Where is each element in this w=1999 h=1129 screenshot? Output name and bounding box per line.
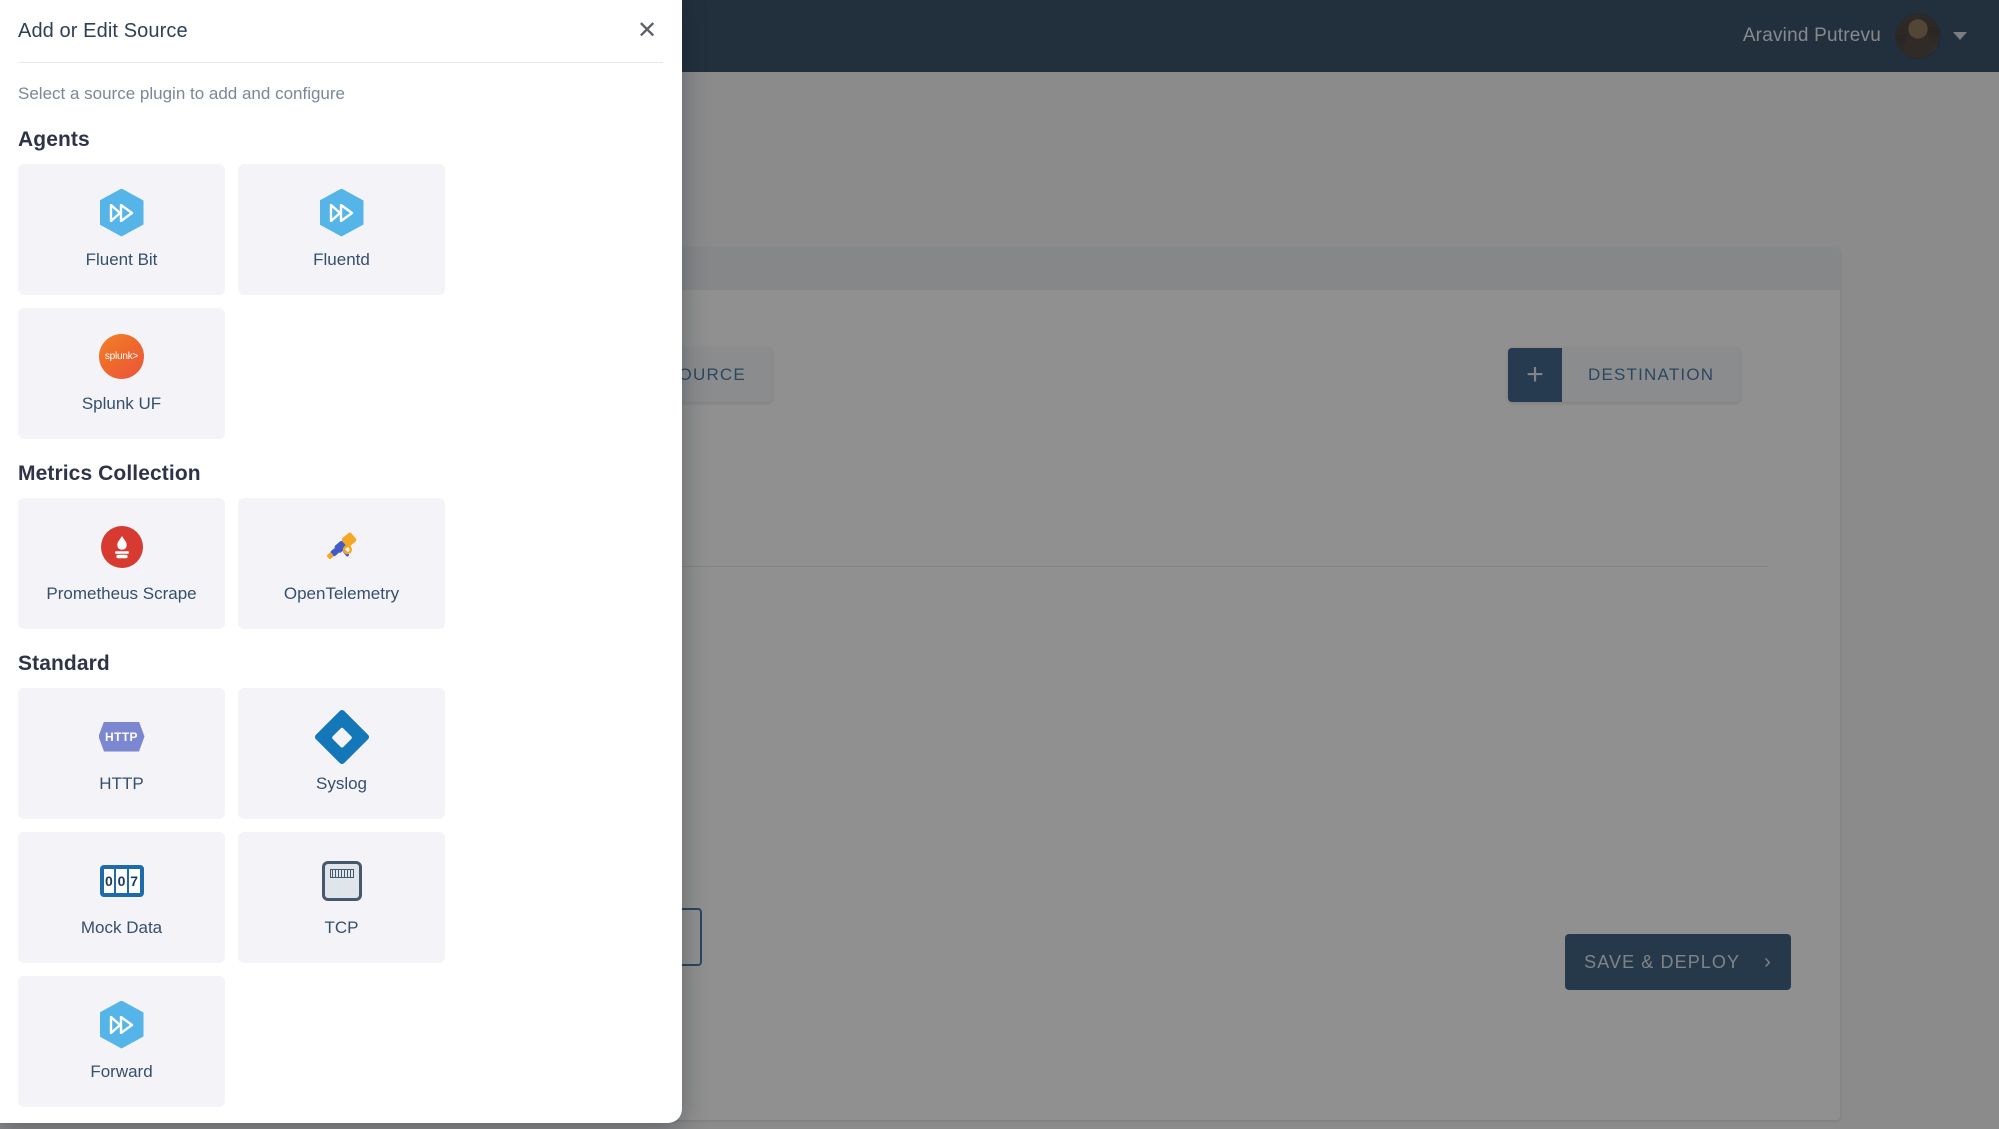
plugin-card-label: Syslog xyxy=(315,773,368,793)
splunk-circle-icon: splunk> xyxy=(99,334,145,380)
prometheus-flame-icon xyxy=(99,524,145,570)
plugin-group-title: Metrics Collection xyxy=(18,462,201,485)
plugin-card-label: Fluentd xyxy=(313,249,370,269)
plugin-card-label: TCP xyxy=(324,917,359,937)
http-badge-icon: HTTP xyxy=(98,714,145,760)
close-icon[interactable]: ✕ xyxy=(632,16,662,46)
ethernet-port-icon xyxy=(319,858,365,904)
plugin-group-list: Agents Fluent Bit Fluentd splunk> Splunk UF M… xyxy=(0,104,682,1123)
plugin-group: Agents Fluent Bit Fluentd splunk> Splunk UF xyxy=(18,128,663,439)
plugin-card-label: Prometheus Scrape xyxy=(46,583,197,603)
plugin-card[interactable]: 0 0 7 Mock Data xyxy=(18,832,225,963)
plugin-grid: Fluent Bit Fluentd splunk> Splunk UF xyxy=(18,164,663,439)
counter-icon: 007 xyxy=(99,858,145,904)
http-badge-label: HTTP xyxy=(98,721,145,752)
plugin-card[interactable]: Fluent Bit xyxy=(18,164,225,295)
modal-subtitle: Select a source plugin to add and config… xyxy=(18,84,346,103)
modal-header: Add or Edit Source ✕ xyxy=(0,0,682,62)
fluent-hexagon-icon xyxy=(99,1000,145,1049)
plugin-card[interactable]: OpenTelemetry xyxy=(238,498,445,629)
screen-root: Aravind Putrevu a-c364 / Create New Pipe… xyxy=(0,0,1999,1129)
plugin-card[interactable]: Syslog xyxy=(238,688,445,819)
syslog-diamond-icon xyxy=(313,708,370,765)
counter-digit: 0 xyxy=(104,868,117,893)
plugin-card[interactable]: TCP xyxy=(238,832,445,963)
modal-title: Add or Edit Source xyxy=(18,19,188,42)
plugin-group-title: Standard xyxy=(18,652,110,675)
plugin-grid: Prometheus Scrape OpenTelemetry xyxy=(18,498,663,629)
plugin-card-label: Fluent Bit xyxy=(85,249,158,269)
plugin-card-label: HTTP xyxy=(99,773,144,793)
fluent-hexagon-icon xyxy=(319,188,365,237)
plugin-card-label: Forward xyxy=(90,1061,153,1081)
plugin-card[interactable]: Prometheus Scrape xyxy=(18,498,225,629)
plugin-card[interactable]: Forward xyxy=(18,976,225,1107)
plugin-group: Metrics Collection Prometheus Scrape OpenT… xyxy=(18,462,663,629)
plugin-card-label: Splunk UF xyxy=(81,393,162,413)
plugin-card-label: Mock Data xyxy=(80,917,163,937)
plugin-group-title: Agents xyxy=(18,128,90,151)
plugin-group: Standard HTTP HTTP Syslog 0 0 7 Mock Data TCP For… xyxy=(18,652,663,1107)
counter-digit: 7 xyxy=(130,872,139,889)
plugin-grid: HTTP HTTP Syslog 0 0 7 Mock Data TCP Forward xyxy=(18,688,663,1107)
opentelemetry-telescope-icon xyxy=(319,524,365,570)
plugin-card-label: OpenTelemetry xyxy=(283,583,400,603)
counter-digit: 0 xyxy=(116,868,129,893)
plugin-card[interactable]: Fluentd xyxy=(238,164,445,295)
fluent-hexagon-icon xyxy=(99,188,145,237)
splunk-wordmark: splunk> xyxy=(99,334,144,379)
plugin-card[interactable]: HTTP HTTP xyxy=(18,688,225,819)
add-or-edit-source-modal: Add or Edit Source ✕ Select a source plu… xyxy=(0,0,682,1123)
plugin-card[interactable]: splunk> Splunk UF xyxy=(18,308,225,439)
